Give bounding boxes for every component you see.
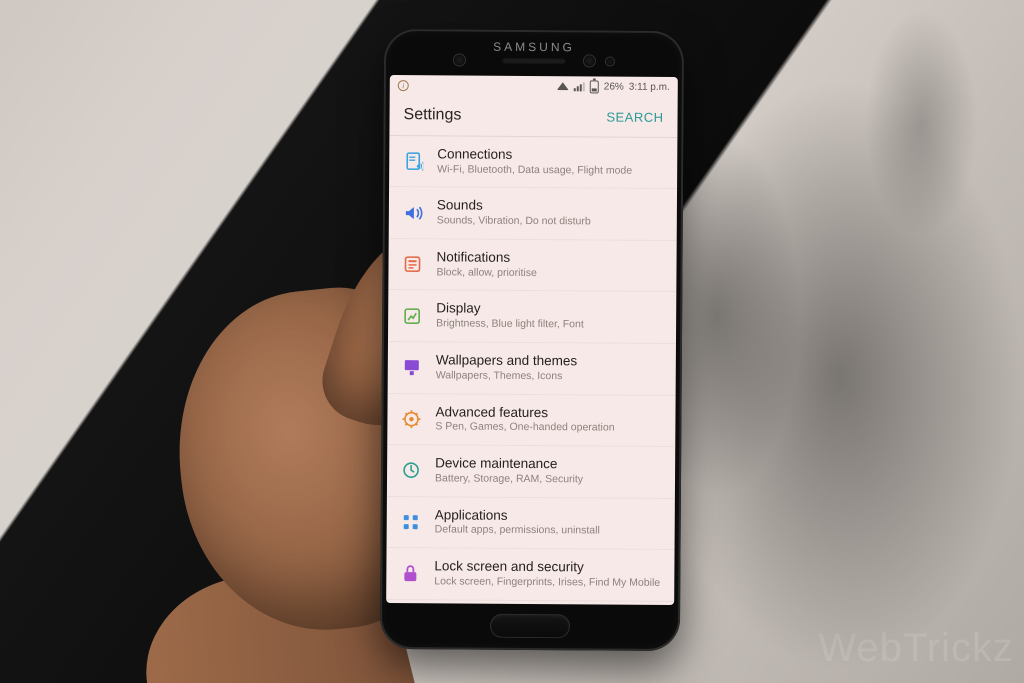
- settings-item-subtitle: Brightness, Blue light filter, Font: [436, 318, 662, 333]
- info-icon: [398, 80, 409, 91]
- lock-icon: [400, 563, 420, 583]
- settings-item-display[interactable]: DisplayBrightness, Blue light filter, Fo…: [388, 290, 676, 344]
- settings-item-subtitle: Wallpapers, Themes, Icons: [436, 369, 662, 384]
- settings-item-title: Advanced features: [435, 404, 661, 422]
- settings-item-subtitle: Lock screen, Fingerprints, Irises, Find …: [434, 575, 660, 590]
- search-button[interactable]: SEARCH: [606, 109, 663, 124]
- settings-item-title: Display: [436, 301, 662, 319]
- watermark-text: WebTrickz: [818, 626, 1014, 671]
- apps-icon: [401, 512, 421, 532]
- settings-item-title: Notifications: [437, 249, 663, 267]
- signal-icon: [574, 81, 585, 91]
- settings-item-maintenance[interactable]: Device maintenanceBattery, Storage, RAM,…: [387, 445, 675, 499]
- settings-item-wallpaper[interactable]: Wallpapers and themesWallpapers, Themes,…: [388, 342, 676, 396]
- settings-item-title: Applications: [435, 507, 661, 525]
- settings-item-apps[interactable]: ApplicationsDefault apps, permissions, u…: [387, 497, 675, 551]
- settings-item-title: Wallpapers and themes: [436, 352, 662, 370]
- sounds-icon: [403, 203, 423, 223]
- settings-item-subtitle: Default apps, permissions, uninstall: [435, 524, 661, 539]
- maintenance-icon: [401, 460, 421, 480]
- display-icon: [402, 306, 422, 326]
- advanced-icon: [401, 409, 421, 429]
- phone-brand-label: SAMSUNG: [384, 39, 684, 55]
- settings-item-advanced[interactable]: Advanced featuresS Pen, Games, One-hande…: [387, 394, 675, 448]
- clock-text: 3:11 p.m.: [629, 81, 670, 92]
- settings-item-connections[interactable]: ConnectionsWi-Fi, Bluetooth, Data usage,…: [389, 136, 677, 190]
- app-header: Settings SEARCH: [389, 95, 677, 137]
- photo-scene: SAMSUNG 26% 3:11 p.m. Settings SEARCH Co…: [0, 0, 1024, 683]
- wallpaper-icon: [402, 357, 422, 377]
- settings-item-sounds[interactable]: SoundsSounds, Vibration, Do not disturb: [389, 187, 677, 241]
- settings-item-title: Lock screen and security: [434, 558, 660, 576]
- settings-item-title: Sounds: [437, 198, 663, 216]
- front-camera: [584, 55, 595, 66]
- settings-item-notifications[interactable]: NotificationsBlock, allow, prioritise: [388, 239, 676, 293]
- wifi-icon: [557, 82, 569, 90]
- home-button[interactable]: [490, 614, 570, 639]
- status-bar: 26% 3:11 p.m.: [390, 75, 678, 97]
- settings-item-subtitle: Block, allow, prioritise: [436, 266, 662, 281]
- settings-item-title: Connections: [437, 146, 663, 164]
- earpiece: [502, 58, 566, 64]
- settings-item-subtitle: Sounds, Vibration, Do not disturb: [437, 215, 663, 230]
- settings-item-cloud[interactable]: Cloud and accounts: [386, 600, 674, 605]
- page-title: Settings: [404, 106, 462, 124]
- iris-sensor: [606, 58, 614, 66]
- notifications-icon: [402, 254, 422, 274]
- phone-body: SAMSUNG 26% 3:11 p.m. Settings SEARCH Co…: [380, 29, 684, 651]
- phone-screen: 26% 3:11 p.m. Settings SEARCH Connection…: [386, 75, 678, 605]
- battery-icon: [590, 80, 599, 93]
- settings-item-title: Device maintenance: [435, 455, 661, 473]
- battery-text: 26%: [604, 81, 624, 92]
- settings-list[interactable]: ConnectionsWi-Fi, Bluetooth, Data usage,…: [386, 136, 677, 605]
- settings-item-subtitle: Wi-Fi, Bluetooth, Data usage, Flight mod…: [437, 163, 663, 178]
- connections-icon: [403, 151, 423, 171]
- settings-item-subtitle: Battery, Storage, RAM, Security: [435, 472, 661, 487]
- settings-item-subtitle: S Pen, Games, One-handed operation: [435, 421, 661, 436]
- front-sensor: [454, 54, 465, 65]
- settings-item-lock[interactable]: Lock screen and securityLock screen, Fin…: [386, 548, 674, 602]
